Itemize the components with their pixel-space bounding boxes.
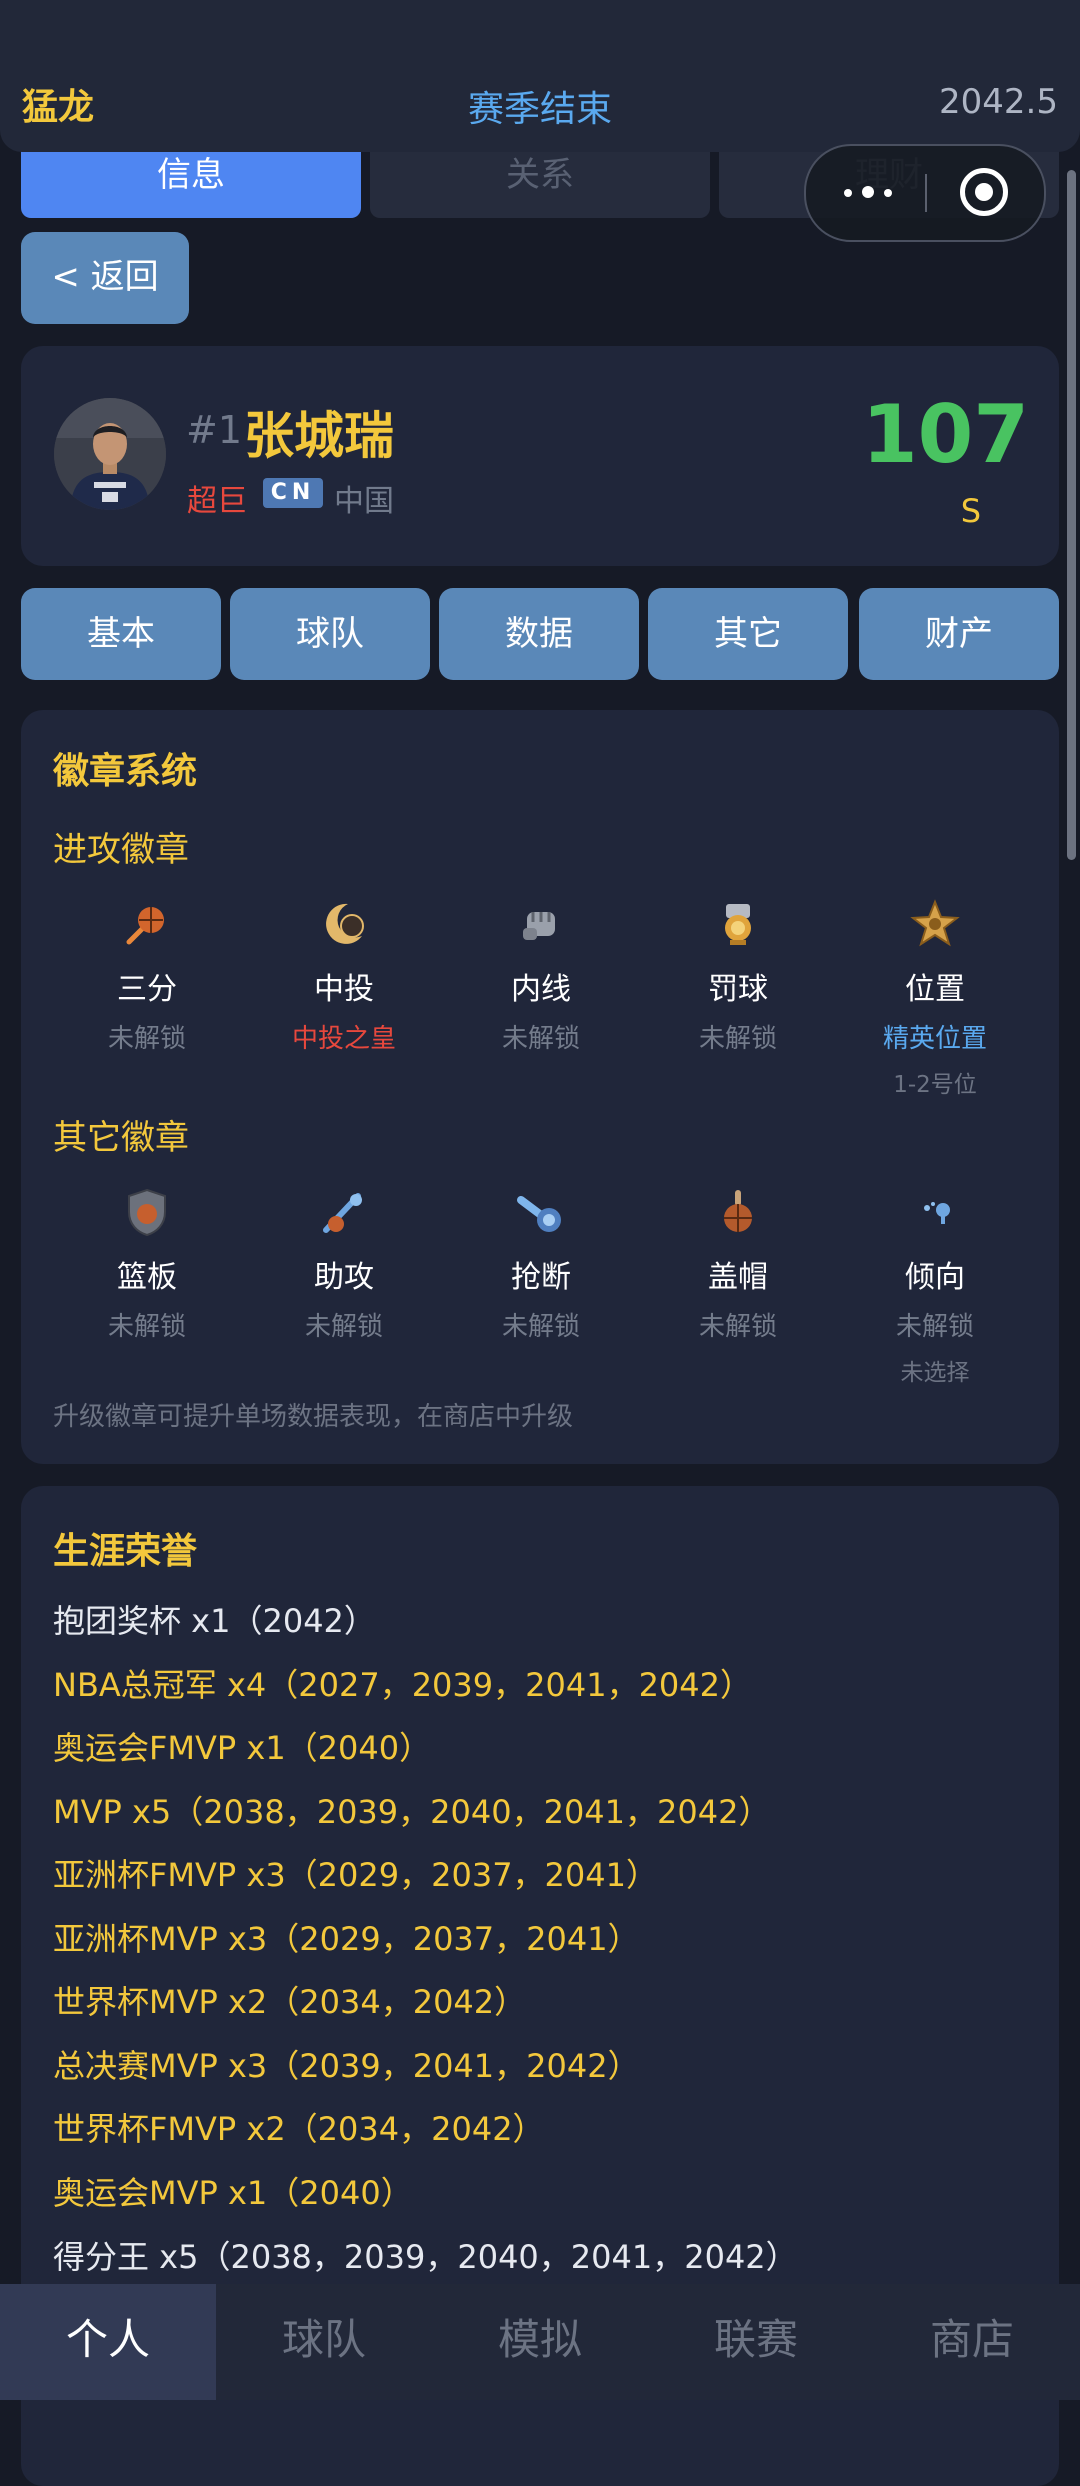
scrollbar[interactable] (1067, 170, 1076, 860)
player-grade: S (960, 492, 981, 530)
badge-name: 中投 (314, 972, 374, 1007)
badge-name: 助攻 (314, 1260, 374, 1295)
badge-extra: 1-2号位 (893, 1072, 977, 1098)
fist-icon (523, 912, 555, 940)
badge-upgrade-note: 升级徽章可提升单场数据表现，在商店中升级 (53, 1402, 574, 1432)
offense-badge-title: 进攻徽章 (53, 830, 189, 870)
honor-item: NBA总冠军 x4（2027，2039，2041，2042） (53, 1666, 753, 1704)
honor-item: 亚洲杯FMVP x3（2029，2037，2041） (53, 1856, 658, 1894)
star-medal-icon (910, 899, 960, 947)
badge-steal[interactable]: 抢断 未解锁 (443, 1186, 639, 1343)
badge-status: 未解锁 (107, 1312, 186, 1342)
category-basic-button[interactable]: 基本 (21, 588, 221, 680)
badge-status: 未解锁 (501, 1024, 580, 1054)
badge-rebound[interactable]: 篮板 未解锁 (49, 1186, 245, 1343)
badge-three-point[interactable]: 三分 未解锁 (49, 898, 245, 1055)
badge-status: 未解锁 (698, 1312, 777, 1342)
bottom-nav: 个人 球队 模拟 联赛 商店 (0, 2284, 1080, 2400)
honor-item: 总决赛MVP x3（2039，2041，2042） (53, 2047, 640, 2085)
badge-system-title: 徽章系统 (53, 751, 198, 792)
honor-item: 亚洲杯MVP x3（2029，2037，2041） (53, 1920, 640, 1958)
season-status: 赛季结束 (467, 89, 612, 130)
badge-status: 未解锁 (304, 1312, 383, 1342)
badge-name: 三分 (117, 972, 177, 1007)
category-team-button[interactable]: 球队 (230, 588, 430, 680)
badge-name: 倾向 (905, 1260, 965, 1295)
career-honors-title: 生涯荣誉 (53, 1531, 198, 1572)
steal-icon (517, 1196, 561, 1232)
badge-status: 未解锁 (501, 1312, 580, 1342)
badge-tendency[interactable]: 倾向 未解锁 未选择 (837, 1186, 1033, 1387)
player-name: 张城瑞 (244, 407, 394, 465)
nav-league[interactable]: 联赛 (648, 2284, 864, 2400)
block-icon (724, 1190, 752, 1232)
badge-block[interactable]: 盖帽 未解锁 (640, 1186, 836, 1343)
nav-personal[interactable]: 个人 (0, 2284, 216, 2400)
fireball-icon (126, 907, 164, 945)
category-stats-button[interactable]: 数据 (439, 588, 639, 680)
other-badge-title: 其它徽章 (53, 1118, 189, 1158)
capsule-divider (925, 174, 927, 212)
badge-assist[interactable]: 助攻 未解锁 (246, 1186, 442, 1343)
badge-name: 位置 (905, 972, 965, 1007)
more-icon[interactable] (838, 172, 918, 212)
honor-item: 世界杯MVP x2（2034，2042） (53, 1983, 527, 2021)
player-country: 中国 (334, 484, 394, 519)
badge-name: 抢断 (511, 1260, 571, 1295)
nav-shop[interactable]: 商店 (864, 2284, 1080, 2400)
honor-item: 抱团奖杯 x1（2042） (53, 1602, 376, 1640)
badge-name: 盖帽 (708, 1260, 768, 1295)
trophy-icon (725, 904, 751, 945)
top-header: 猛龙 赛季结束 2042.5 (0, 0, 1080, 152)
badge-name: 篮板 (117, 1260, 177, 1295)
badge-status: 中投之皇 (291, 1024, 396, 1054)
close-target-icon[interactable] (960, 168, 1008, 216)
badge-status: 未解锁 (698, 1024, 777, 1054)
badge-extra: 未选择 (900, 1360, 970, 1386)
country-code-badge: CN (263, 478, 323, 508)
shield-icon (128, 1188, 166, 1237)
honor-item: 奥运会MVP x1（2040） (53, 2174, 413, 2212)
category-assets-button[interactable]: 财产 (859, 588, 1059, 680)
miniprogram-capsule (804, 144, 1046, 242)
honor-item: MVP x5（2038，2039，2040，2041，2042） (53, 1793, 771, 1831)
back-button[interactable]: < 返回 (21, 232, 189, 324)
honor-item: 得分王 x5（2038，2039，2040，2041，2042） (53, 2238, 798, 2276)
season-year: 2042.5 (939, 82, 1058, 122)
nav-team[interactable]: 球队 (216, 2284, 432, 2400)
badge-name: 内线 (511, 972, 571, 1007)
player-number: #1 (186, 408, 243, 452)
nav-simulate[interactable]: 模拟 (432, 2284, 648, 2400)
player-rating: 107 (862, 388, 1029, 481)
badge-status: 未解锁 (895, 1312, 974, 1342)
badge-card: 徽章系统 进攻徽章 三分 未解锁 中投 中投之皇 内线 未解锁 罚球 未解锁 位… (21, 710, 1059, 1464)
badge-midrange[interactable]: 中投 中投之皇 (246, 898, 442, 1055)
badge-status: 未解锁 (107, 1024, 186, 1054)
badge-inside[interactable]: 内线 未解锁 (443, 898, 639, 1055)
honor-item: 奥运会FMVP x1（2040） (53, 1729, 432, 1767)
tendency-icon (924, 1202, 950, 1224)
player-card: #1 张城瑞 超巨 CN 中国 107 S (21, 346, 1059, 566)
badge-status: 精英位置 (882, 1024, 987, 1054)
player-avatar (54, 398, 166, 510)
badge-position[interactable]: 位置 精英位置 1-2号位 (837, 898, 1033, 1099)
player-tier: 超巨 (187, 484, 247, 519)
crescent-ball-icon (326, 903, 364, 944)
badge-free-throw[interactable]: 罚球 未解锁 (640, 898, 836, 1055)
badge-name: 罚球 (708, 972, 768, 1007)
pass-icon (323, 1193, 362, 1233)
category-bar: 基本 球队 数据 其它 财产 (21, 588, 1059, 680)
honor-item: 世界杯FMVP x2（2034，2042） (53, 2110, 545, 2148)
category-other-button[interactable]: 其它 (648, 588, 848, 680)
